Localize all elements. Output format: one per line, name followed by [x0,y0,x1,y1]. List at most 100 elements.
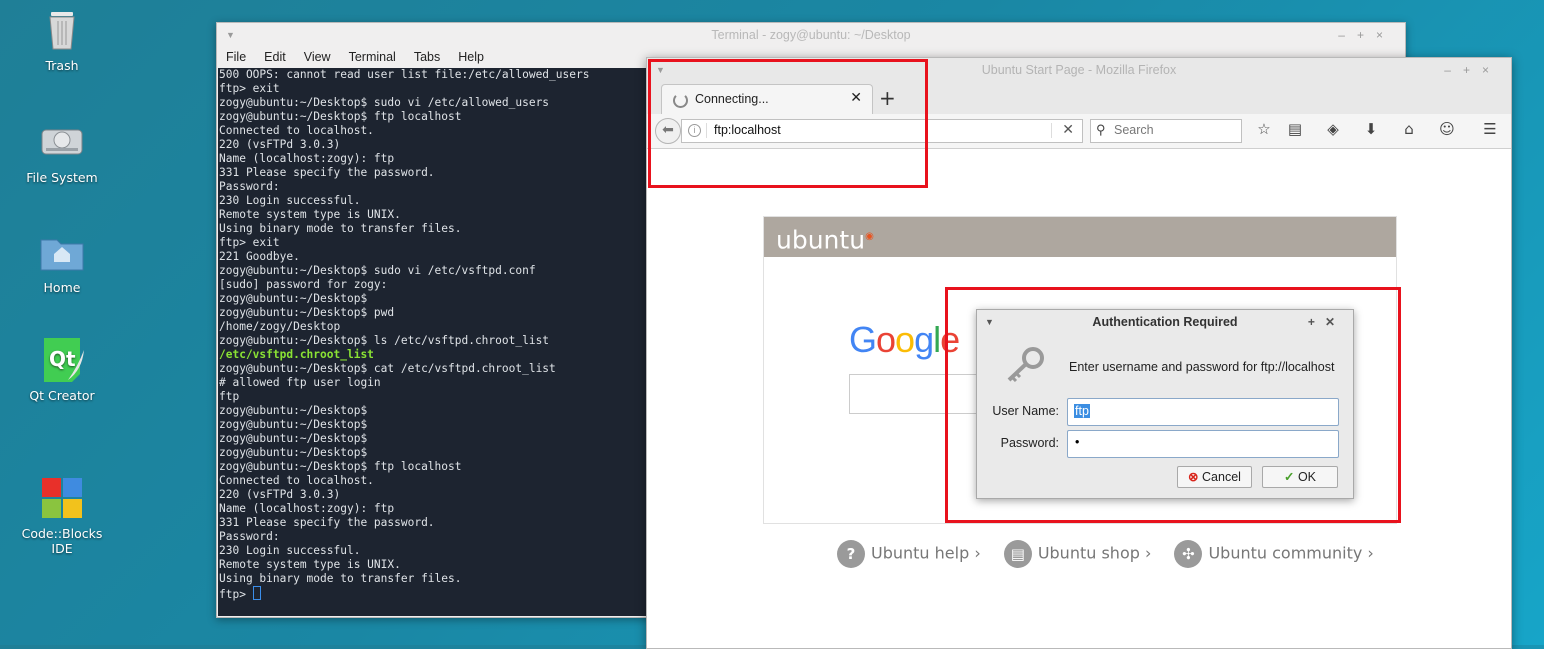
terminal-line: Using binary mode to transfer files. [219,572,462,585]
terminal-line: Remote system type is UNIX. [219,558,401,571]
terminal-line: zogy@ubuntu:~/Desktop$ sudo vi /etc/allo… [219,96,550,109]
desktop-icon-file-system[interactable]: File System [7,118,117,185]
desktop-icon-trash[interactable]: Trash [7,6,117,73]
qt-creator-icon: Qt [38,336,86,384]
terminal-line: zogy@ubuntu:~/Desktop$ ftp localhost [219,460,462,473]
terminal-line: # allowed ftp user login [219,376,381,389]
community-icon: ✣ [1174,540,1203,568]
firefox-title: Ubuntu Start Page - Mozilla Firefox [981,63,1177,77]
terminal-line: /etc/vsftpd.chroot_list [219,348,374,361]
terminal-line: 220 (vsFTPd 3.0.3) [219,488,341,501]
terminal-line: 220 (vsFTPd 3.0.3) [219,138,341,151]
terminal-line: Using binary mode to transfer files. [219,222,462,235]
link-label: Ubuntu help › [871,543,981,563]
terminal-line: zogy@ubuntu:~/Desktop$ sudo vi /etc/vsft… [219,264,536,277]
svg-text:Qt: Qt [49,347,76,371]
bookmark-star-icon[interactable]: ☆ [1254,120,1274,138]
terminal-line: [sudo] password for zogy: [219,278,388,291]
terminal-line: zogy@ubuntu:~/Desktop$ pwd [219,306,395,319]
terminal-line: 230 Login successful. [219,544,361,557]
ubuntu-links: ? Ubuntu help › ▤ Ubuntu shop › ✣ Ubuntu co… [837,540,1392,568]
link-label: Ubuntu shop › [1037,543,1152,563]
google-logo: Google [849,319,960,360]
highlight-box-tab [648,59,928,188]
drive-icon [38,118,86,166]
stop-loading-icon[interactable]: ✕ [1062,121,1074,138]
terminal-line: zogy@ubuntu:~/Desktop$ [219,418,368,431]
help-icon: ? [837,540,865,568]
ubuntu-circle-icon: ◉ [865,231,874,242]
menu-help[interactable]: Help [458,50,484,64]
trash-icon [38,6,86,54]
url-separator [1051,123,1052,138]
terminal-cursor [252,586,261,600]
close-icon[interactable]: × [1376,28,1395,42]
minimize-icon[interactable]: – [1338,28,1357,42]
terminal-titlebar[interactable]: ▼ Terminal - zogy@ubuntu: ~/Desktop –+× [217,23,1405,47]
desktop-icon-label: Home [43,280,81,295]
terminal-line: 230 Login successful. [219,194,361,207]
terminal-line: 500 OOPS: cannot read user list file:/et… [219,68,590,81]
ubuntu-community-link[interactable]: ✣ Ubuntu community › [1174,540,1374,568]
terminal-line: /home/zogy/Desktop [219,320,341,333]
menu-view[interactable]: View [304,50,331,64]
terminal-line: zogy@ubuntu:~/Desktop$ ls /etc/vsftpd.ch… [219,334,550,347]
link-label: Ubuntu community › [1208,543,1374,563]
terminal-line: Connected to localhost. [219,474,374,487]
terminal-line: zogy@ubuntu:~/Desktop$ [219,432,368,445]
terminal-line: Password: [219,530,280,543]
ubuntu-help-link[interactable]: ? Ubuntu help › [837,540,981,568]
terminal-line: zogy@ubuntu:~/Desktop$ cat /etc/vsftpd.c… [219,362,556,375]
menu-terminal[interactable]: Terminal [349,50,396,64]
terminal-line: zogy@ubuntu:~/Desktop$ [219,404,368,417]
search-icon: ⚲ [1096,122,1106,137]
terminal-line: zogy@ubuntu:~/Desktop$ [219,446,368,459]
menu-file[interactable]: File [226,50,246,64]
desktop-icon-label: File System [26,170,98,185]
desktop-icon-home[interactable]: Home [7,228,117,295]
desktop-icon-codeblocks[interactable]: Code::Blocks IDE [7,444,117,571]
terminal-line: zogy@ubuntu:~/Desktop$ ftp localhost [219,110,462,123]
terminal-line: ftp [219,390,240,403]
terminal-line: ftp> exit [219,82,280,95]
highlight-box-dialog [945,287,1401,523]
desktop-icon-label: Qt Creator [29,388,95,403]
minimize-icon[interactable]: – [1444,63,1463,77]
desktop-icon-label: Code::Blocks IDE [21,526,103,556]
terminal-line: 331 Please specify the password. [219,516,435,529]
terminal-prompt-line[interactable]: ftp> [219,586,647,602]
terminal-prompt: ftp> [219,588,253,601]
home-folder-icon [38,228,86,276]
terminal-title: Terminal - zogy@ubuntu: ~/Desktop [711,28,911,42]
search-bar[interactable]: ⚲ Search [1090,119,1242,143]
window-menu-icon[interactable]: ▼ [226,23,235,47]
ubuntu-logo: ubuntu [776,225,866,255]
download-icon[interactable]: ⬇ [1361,120,1381,138]
shop-icon: ▤ [1003,540,1032,568]
menu-tabs[interactable]: Tabs [414,50,440,64]
ubuntu-header: ubuntu◉ [764,217,1396,257]
menu-edit[interactable]: Edit [264,50,286,64]
terminal-line: ftp> exit [219,236,280,249]
search-placeholder: Search [1114,123,1154,137]
ubuntu-shop-link[interactable]: ▤ Ubuntu shop › [1003,540,1152,568]
terminal-line: Remote system type is UNIX. [219,208,401,221]
terminal-line: Connected to localhost. [219,124,374,137]
reading-list-icon[interactable]: ▤ [1285,120,1305,138]
desktop-icon-qt-creator[interactable]: Qt Qt Creator [7,336,117,403]
maximize-icon[interactable]: + [1357,28,1376,42]
terminal-line: Password: [219,180,280,193]
terminal-line: Name (localhost:zogy): ftp [219,502,395,515]
home-icon[interactable]: ⌂ [1399,120,1419,138]
maximize-icon[interactable]: + [1463,63,1482,77]
desktop-icon-label: Trash [45,58,79,73]
pocket-icon[interactable]: ◈ [1323,120,1343,138]
hamburger-menu-icon[interactable]: ☰ [1480,120,1500,138]
terminal-line: 331 Please specify the password. [219,166,435,179]
terminal-line: 221 Goodbye. [219,250,300,263]
terminal-line: Name (localhost:zogy): ftp [219,152,395,165]
close-icon[interactable]: × [1482,63,1501,77]
terminal-screen[interactable]: 500 OOPS: cannot read user list file:/et… [218,68,647,616]
feedback-icon[interactable]: ☺ [1437,120,1457,138]
terminal-line: zogy@ubuntu:~/Desktop$ [219,292,368,305]
